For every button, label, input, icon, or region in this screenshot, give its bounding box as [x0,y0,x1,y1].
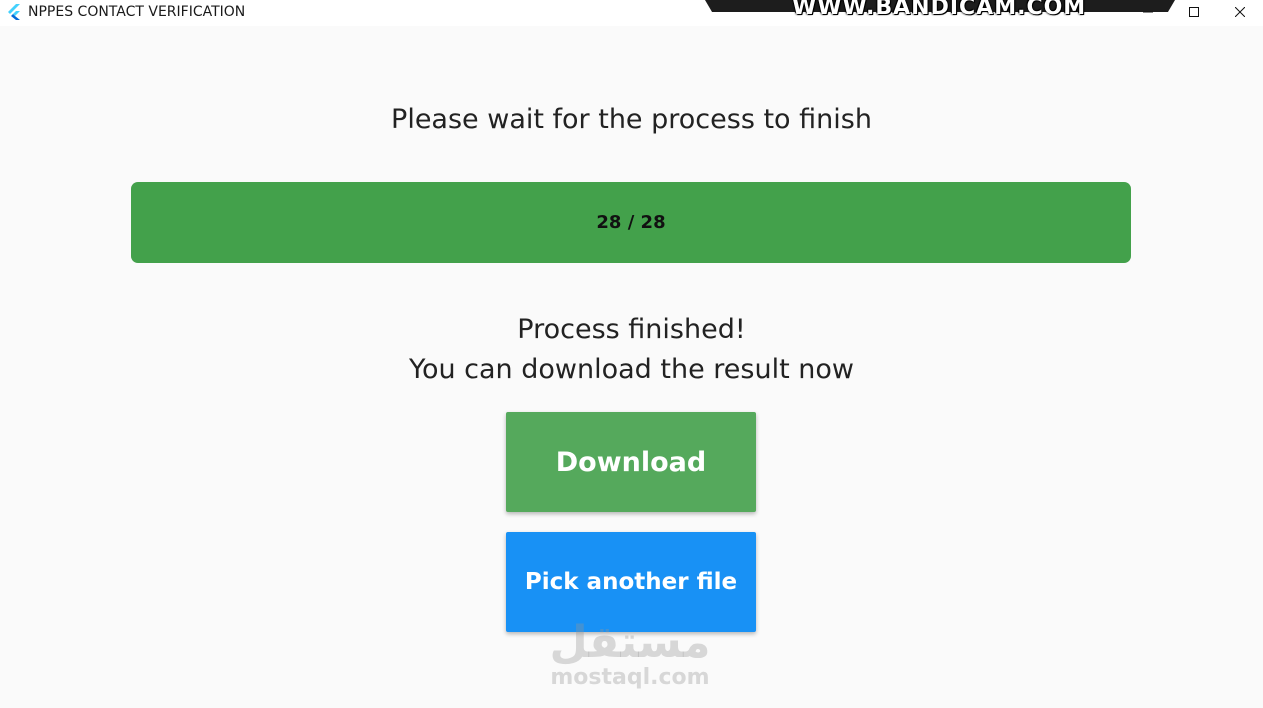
close-button[interactable] [1217,0,1263,24]
maximize-button[interactable] [1171,0,1217,24]
progress-bar: 28 / 28 [131,182,1131,263]
download-button[interactable]: Download [506,412,756,512]
watermark-latin-text: mostaql.com [550,665,710,690]
window-title: NPPES CONTACT VERIFICATION [28,4,246,20]
maximize-icon [1189,7,1199,17]
download-ready-text: You can download the result now [409,354,854,385]
process-finished-text: Process finished! [517,314,746,345]
minimize-button[interactable] [1125,0,1171,24]
flutter-icon [8,4,22,20]
minimize-icon [1143,7,1153,17]
status-title: Please wait for the process to finish [391,104,872,135]
title-bar[interactable]: NPPES CONTACT VERIFICATION WWW.BANDICAM.… [0,0,1263,26]
close-icon [1235,7,1245,17]
progress-label: 28 / 28 [596,212,666,233]
app-window: NPPES CONTACT VERIFICATION WWW.BANDICAM.… [0,0,1263,708]
recorder-watermark: WWW.BANDICAM.COM [792,0,1087,20]
watermark-arabic-text: مستقل [549,617,711,668]
mostaql-watermark: مستقل mostaql.com [530,620,730,690]
